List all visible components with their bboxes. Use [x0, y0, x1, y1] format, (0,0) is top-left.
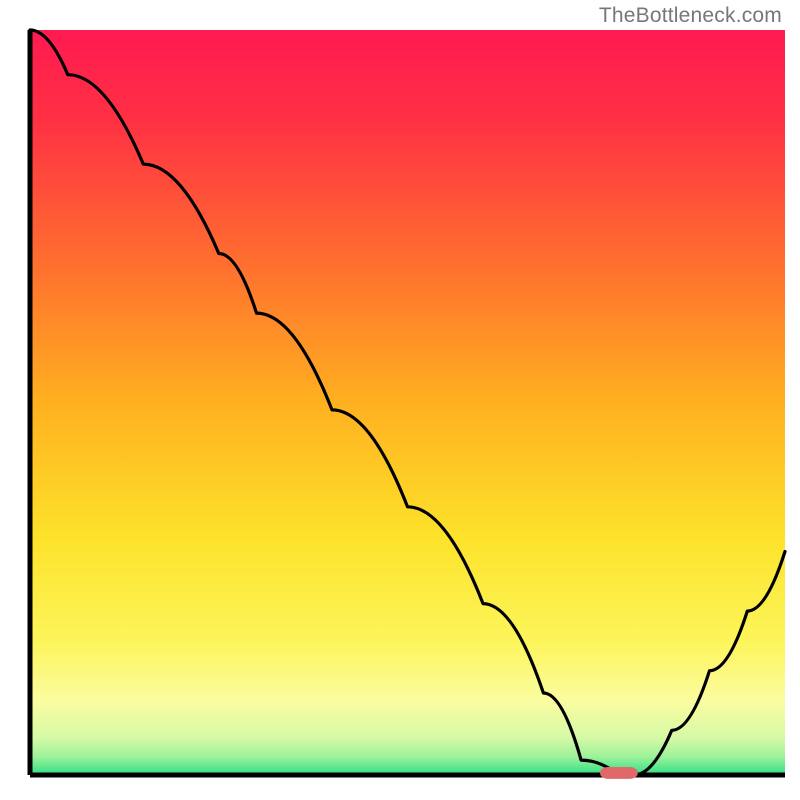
chart-container: TheBottleneck.com [0, 0, 800, 800]
optimal-marker [600, 767, 638, 779]
bottleneck-chart [0, 0, 800, 800]
attribution-text: TheBottleneck.com [599, 4, 782, 28]
plot-background [30, 30, 785, 775]
